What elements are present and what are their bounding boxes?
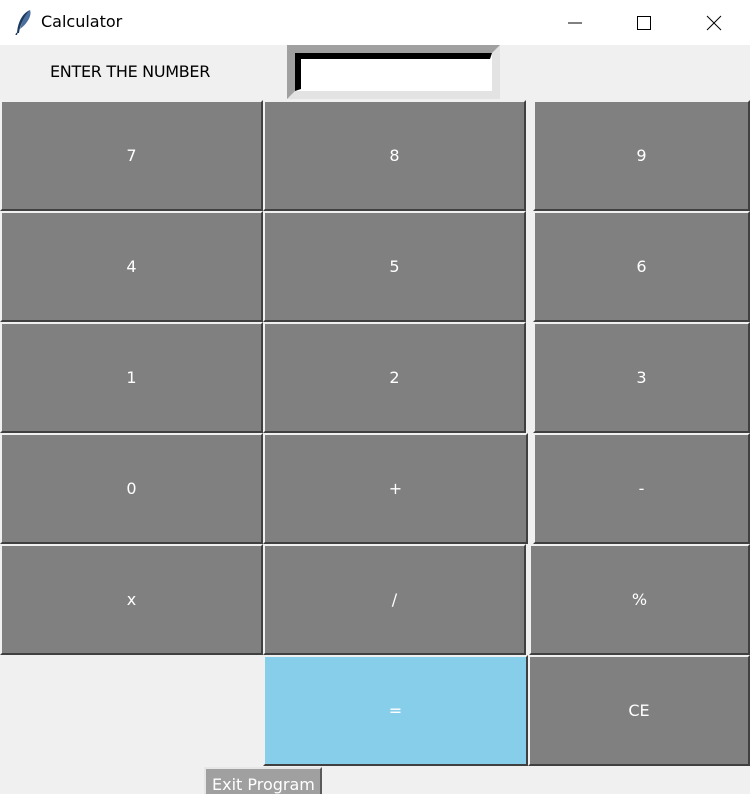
number-entry-border bbox=[295, 53, 492, 91]
digit-4-button[interactable]: 4 bbox=[0, 211, 263, 322]
title-bar[interactable]: Calculator bbox=[0, 0, 750, 45]
percent-button[interactable]: % bbox=[529, 544, 750, 655]
multiply-button[interactable]: x bbox=[0, 544, 263, 655]
window-title: Calculator bbox=[41, 12, 123, 31]
calculator-window: Calculator ENTER THE NUMBER 7 8 9 4 5 6 bbox=[0, 0, 750, 794]
digit-1-button[interactable]: 1 bbox=[0, 322, 263, 433]
entry-label: ENTER THE NUMBER bbox=[50, 62, 211, 81]
digit-3-button[interactable]: 3 bbox=[533, 322, 750, 433]
number-entry-frame bbox=[287, 45, 500, 99]
divide-button[interactable]: / bbox=[263, 544, 526, 655]
maximize-icon bbox=[637, 15, 651, 30]
minus-button[interactable]: - bbox=[533, 433, 750, 544]
digit-9-button[interactable]: 9 bbox=[533, 100, 750, 211]
plus-button[interactable]: + bbox=[263, 433, 528, 544]
close-button[interactable] bbox=[680, 0, 748, 45]
digit-8-button[interactable]: 8 bbox=[263, 100, 526, 211]
number-entry-input[interactable] bbox=[301, 59, 490, 89]
digit-2-button[interactable]: 2 bbox=[263, 322, 526, 433]
exit-program-button[interactable]: Exit Program bbox=[204, 767, 322, 794]
digit-7-button[interactable]: 7 bbox=[0, 100, 263, 211]
minimize-button[interactable] bbox=[541, 0, 609, 45]
feather-icon bbox=[15, 10, 31, 35]
maximize-button[interactable] bbox=[610, 0, 678, 45]
close-icon bbox=[706, 15, 722, 30]
minimize-icon bbox=[568, 22, 582, 23]
digit-6-button[interactable]: 6 bbox=[533, 211, 750, 322]
digit-0-button[interactable]: 0 bbox=[0, 433, 263, 544]
equals-button[interactable]: = bbox=[263, 655, 528, 766]
digit-5-button[interactable]: 5 bbox=[263, 211, 526, 322]
clear-entry-button[interactable]: CE bbox=[528, 655, 750, 766]
